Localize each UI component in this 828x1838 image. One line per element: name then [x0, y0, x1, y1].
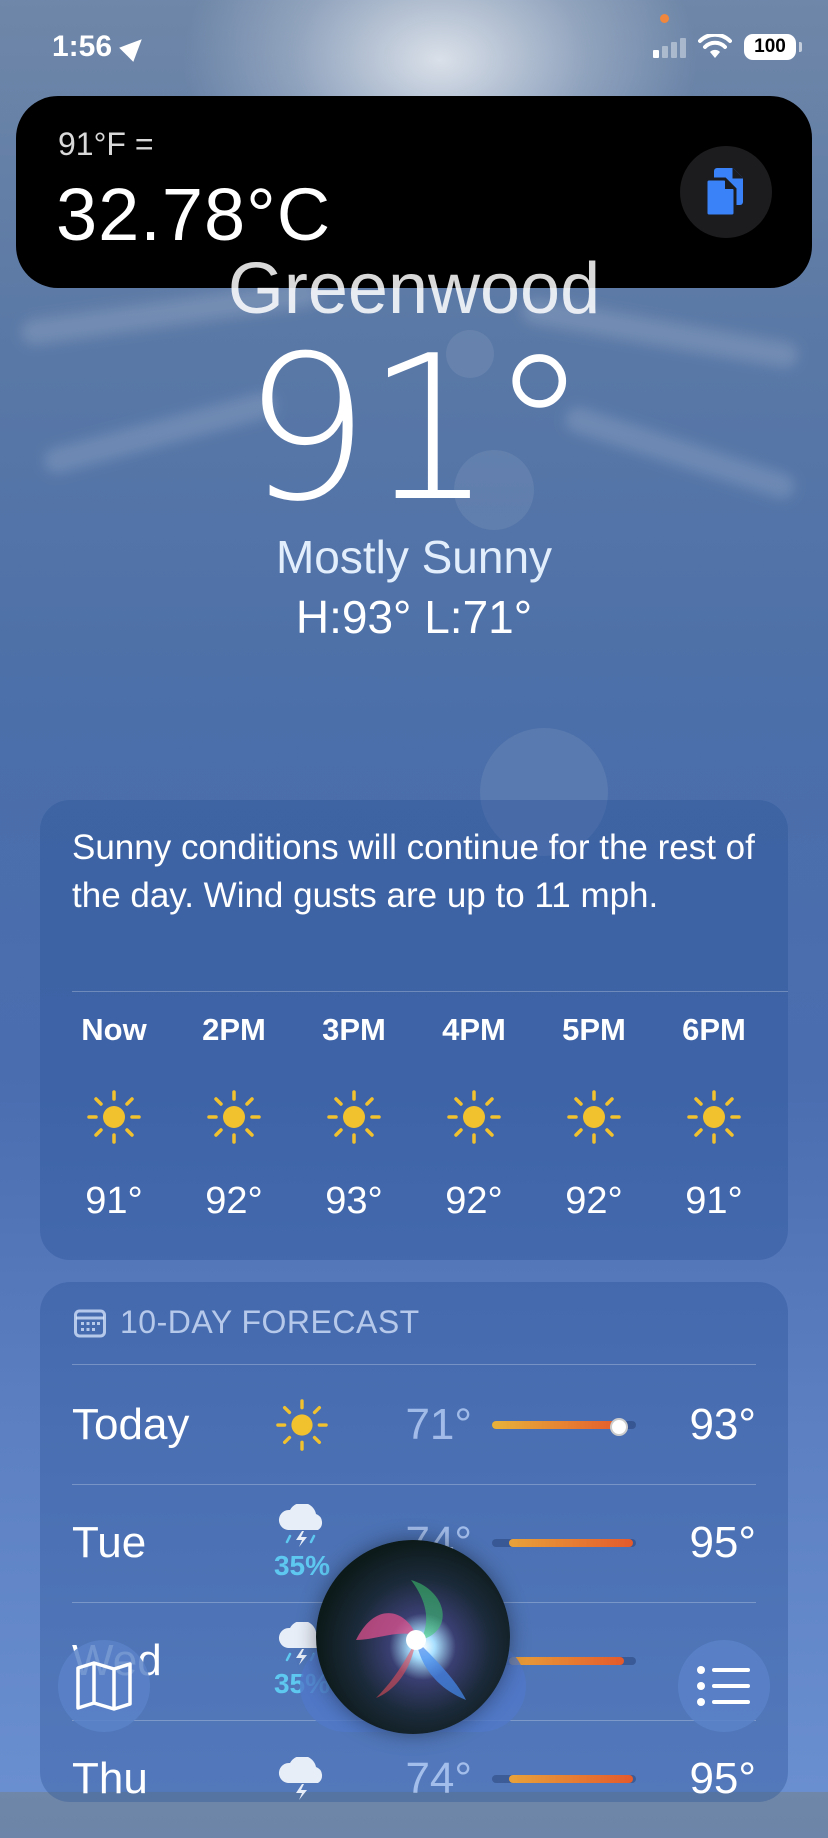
hour-label: 5PM: [562, 1012, 626, 1047]
location-arrow-icon: [119, 32, 149, 62]
clock-text: 1:56: [52, 30, 113, 63]
sun-icon: [659, 1072, 769, 1162]
battery-level: 100: [754, 36, 786, 57]
hour-temp: 92°: [445, 1180, 503, 1222]
hour-label: 6PM: [682, 1012, 746, 1047]
hour-temp: 93°: [325, 1180, 383, 1222]
hour-item: 5PM 92°: [539, 1012, 649, 1223]
precipitation-chance: 35%: [273, 1550, 331, 1581]
day-high-temp: 95°: [689, 1754, 756, 1803]
status-bar: 1:56 100: [0, 0, 828, 96]
list-button[interactable]: [678, 1640, 770, 1732]
ten-day-header: 10-DAY FORECAST: [74, 1304, 420, 1341]
hour-temp: 91°: [685, 1180, 743, 1222]
current-temp-indicator: [610, 1418, 629, 1436]
hour-temp: 92°: [565, 1180, 623, 1222]
divider: [72, 991, 788, 992]
hourly-forecast-card[interactable]: Sunny conditions will continue for the r…: [40, 800, 788, 1260]
battery-icon: 100: [744, 34, 802, 60]
hourly-list[interactable]: Now 91° 2PM 92° 3PM 93° 4PM 92° 5PM 92° …: [40, 1012, 788, 1223]
sun-icon: [539, 1072, 649, 1162]
temperature-range-bar: [492, 1775, 636, 1783]
forecast-summary: Sunny conditions will continue for the r…: [72, 828, 755, 915]
sun-icon: [252, 1398, 352, 1452]
siri-glow-icon: [356, 1580, 466, 1700]
temperature-range-bar: [492, 1539, 636, 1547]
hour-label: 3PM: [322, 1012, 386, 1047]
day-name: Thu: [72, 1754, 148, 1803]
day-row[interactable]: Thu 74° 95°: [72, 1720, 756, 1838]
hour-item: 3PM 93°: [299, 1012, 409, 1223]
current-temperature: 91°: [242, 313, 590, 546]
thunderstorm-icon: [252, 1757, 352, 1801]
map-icon: [76, 1661, 132, 1711]
weather-condition: Mostly Sunny: [275, 531, 553, 583]
privacy-indicator: [660, 14, 669, 23]
day-low-temp: 74°: [405, 1754, 472, 1803]
hour-item: Now 91°: [59, 1012, 169, 1223]
thunderstorm-icon: 35%: [252, 1504, 352, 1582]
day-high-temp: 93°: [689, 1400, 756, 1449]
copy-button[interactable]: [680, 146, 772, 238]
siri-orb[interactable]: [316, 1540, 510, 1734]
temperature-range-fill: [509, 1775, 634, 1783]
hour-label: 2PM: [202, 1012, 266, 1047]
hour-temp: 91°: [85, 1180, 143, 1222]
hour-item: 6PM 91°: [659, 1012, 769, 1223]
conversion-result: 32.78°C: [56, 173, 332, 256]
calendar-icon: [74, 1309, 106, 1337]
temperature-range-bar: [492, 1418, 636, 1436]
city-name: Greenwood: [227, 249, 601, 318]
sun-icon: [179, 1072, 289, 1162]
sun-icon: [299, 1072, 409, 1162]
hour-label: Now: [81, 1012, 147, 1047]
day-low-temp: 71°: [405, 1400, 472, 1449]
day-name: Tue: [72, 1518, 147, 1567]
copy-icon: [704, 168, 743, 218]
hour-label: 4PM: [442, 1012, 506, 1047]
temperature-range-fill: [492, 1421, 622, 1429]
divider: [72, 1364, 756, 1365]
high-low-temperature: H:93° L:71°: [295, 591, 533, 643]
status-time: 1:56: [52, 30, 149, 64]
sun-icon: [419, 1072, 529, 1162]
hour-temp: 92°: [205, 1180, 263, 1222]
hour-item: 4PM 92°: [419, 1012, 529, 1223]
cellular-signal-icon: [653, 36, 686, 58]
day-high-temp: 95°: [689, 1518, 756, 1567]
temperature-range-fill: [509, 1657, 625, 1665]
status-right: 100: [653, 34, 802, 60]
conversion-expression: 91°F =: [58, 126, 154, 162]
wifi-icon: [698, 34, 732, 58]
list-icon: [697, 1666, 750, 1706]
ten-day-title: 10-DAY FORECAST: [120, 1304, 420, 1340]
map-button[interactable]: [58, 1640, 150, 1732]
sun-icon: [59, 1072, 169, 1162]
day-row[interactable]: Today 71° 93°: [72, 1366, 756, 1484]
hour-item: 2PM 92°: [179, 1012, 289, 1223]
day-name: Today: [72, 1400, 190, 1449]
temperature-range-fill: [509, 1539, 634, 1547]
